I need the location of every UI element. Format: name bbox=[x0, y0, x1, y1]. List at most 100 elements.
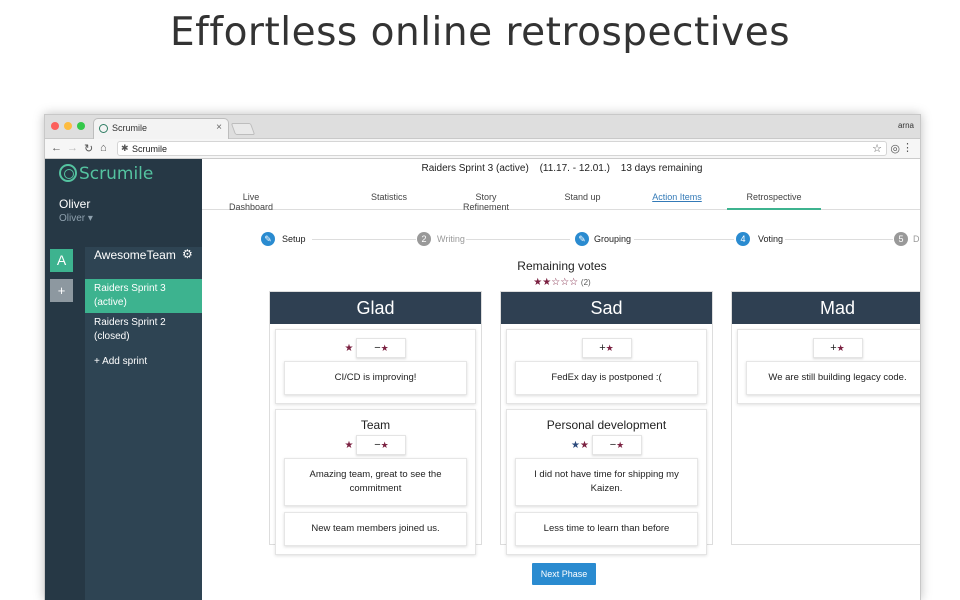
column-glad: Glad ★ −★ CI/CD is improving! Team ★ −★ Am… bbox=[269, 291, 482, 555]
column-mad: Mad +★ We are still building legacy code… bbox=[731, 291, 920, 545]
add-sprint-button[interactable]: + Add sprint bbox=[94, 356, 147, 367]
retro-card[interactable]: Amazing team, great to see the commitmen… bbox=[284, 458, 467, 506]
maximize-window-icon[interactable] bbox=[77, 122, 85, 130]
sprint-header: Raiders Sprint 3 (active) (11.17. - 12.0… bbox=[202, 163, 920, 174]
tab-live-dashboard[interactable]: Live Dashboard bbox=[220, 192, 282, 212]
step-voting-number: 4 bbox=[736, 232, 750, 246]
step-label-grouping: Grouping bbox=[594, 234, 632, 244]
star-icon: ★ bbox=[580, 439, 589, 451]
sidebar-item-sprint-3[interactable]: Raiders Sprint 3 (active) bbox=[85, 279, 202, 313]
logo-icon bbox=[59, 164, 77, 182]
add-team-button[interactable]: + bbox=[50, 279, 73, 302]
bookmark-star-icon[interactable]: ☆ bbox=[872, 142, 882, 155]
retro-card[interactable]: We are still building legacy code. bbox=[746, 361, 920, 395]
tab-action-items[interactable]: Action Items bbox=[652, 192, 702, 202]
step-connector bbox=[785, 239, 893, 240]
star-icon: ★ bbox=[571, 439, 580, 451]
step-setup-pencil-icon: ✎ bbox=[261, 232, 275, 246]
main-content: Raiders Sprint 3 (active) (11.17. - 12.0… bbox=[202, 159, 921, 600]
group-title: Team bbox=[360, 418, 391, 432]
sprint-status: (closed) bbox=[94, 331, 130, 342]
next-phase-button[interactable]: Next Phase bbox=[532, 563, 596, 585]
add-vote-button[interactable]: +★ bbox=[581, 338, 632, 358]
close-window-icon[interactable] bbox=[51, 122, 59, 130]
sidebar-item-sprint-2[interactable]: Raiders Sprint 2 (closed) bbox=[94, 316, 166, 344]
column-title: Sad bbox=[501, 292, 712, 324]
tab-title: Scrumile bbox=[112, 123, 148, 133]
retro-card[interactable]: CI/CD is improving! bbox=[284, 361, 467, 395]
new-tab-button[interactable] bbox=[230, 123, 256, 135]
step-label-voting: Voting bbox=[758, 234, 784, 244]
sprint-name: Raiders Sprint 2 bbox=[94, 317, 166, 328]
gear-icon[interactable]: ⚙ bbox=[182, 247, 193, 261]
column-title: Mad bbox=[732, 292, 920, 324]
card-group: +★ We are still building legacy code. bbox=[737, 329, 920, 404]
sidebar-header: Scrumile Oliver Oliver ▾ bbox=[45, 159, 202, 247]
extension-icon[interactable]: ◎ bbox=[890, 142, 900, 155]
remove-vote-button[interactable]: −★ bbox=[356, 435, 407, 455]
team-name: AwesomeTeam bbox=[94, 248, 176, 262]
app-logo[interactable]: Scrumile bbox=[59, 164, 153, 184]
step-label-discussion: Discussion bbox=[913, 234, 921, 244]
retro-card[interactable]: I did not have time for shipping my Kaiz… bbox=[515, 458, 698, 506]
favicon-icon bbox=[99, 124, 108, 133]
forward-icon[interactable]: → bbox=[67, 142, 78, 154]
reload-icon[interactable]: ↻ bbox=[84, 142, 93, 155]
browser-tab[interactable]: Scrumile × bbox=[93, 118, 229, 139]
step-writing-number: 2 bbox=[417, 232, 431, 246]
star-icon: ★ bbox=[380, 343, 389, 353]
group-title: Personal development bbox=[546, 418, 667, 432]
card-group: Personal development ★★ −★ I did not have… bbox=[506, 409, 707, 555]
column-sad: Sad +★ FedEx day is postponed :( Persona… bbox=[500, 291, 713, 555]
browser-tab-bar: Scrumile × arna bbox=[45, 115, 920, 139]
remove-vote-button[interactable]: −★ bbox=[591, 435, 642, 455]
star-icon: ★ bbox=[616, 440, 625, 450]
tab-retrospective[interactable]: Retrospective bbox=[727, 192, 821, 210]
vote-row: +★ bbox=[507, 338, 706, 358]
address-bar-row: ← → ↻ ⌂ ✱ Scrumile ☆ ◎ ⋮ bbox=[45, 139, 920, 159]
tab-story-refinement[interactable]: Story Refinement bbox=[452, 192, 520, 212]
vote-star-icon: ★ bbox=[344, 342, 354, 354]
step-discussion-number: 5 bbox=[894, 232, 908, 246]
team-avatar-button[interactable]: A bbox=[50, 249, 73, 272]
home-icon[interactable]: ⌂ bbox=[100, 142, 107, 154]
logo-text: Scrumile bbox=[79, 164, 154, 184]
tab-statistics[interactable]: Statistics bbox=[360, 192, 418, 202]
retro-card[interactable]: FedEx day is postponed :( bbox=[515, 361, 698, 395]
sprint-status: (active) bbox=[94, 297, 127, 308]
tab-stand-up[interactable]: Stand up bbox=[560, 192, 605, 202]
vote-row: ★ −★ bbox=[276, 435, 475, 455]
step-connector bbox=[312, 239, 416, 240]
vote-row: ★ −★ bbox=[276, 338, 475, 358]
star-icon: ★ bbox=[605, 343, 614, 353]
retro-card[interactable]: Less time to learn than before bbox=[515, 512, 698, 546]
step-label-writing: Writing bbox=[437, 234, 465, 244]
nav-tabs: Live Dashboard Statistics Story Refineme… bbox=[202, 185, 920, 212]
close-tab-icon[interactable]: × bbox=[216, 122, 222, 133]
card-group: +★ FedEx day is postponed :( bbox=[506, 329, 707, 404]
vote-row: +★ bbox=[738, 338, 920, 358]
url-text: Scrumile bbox=[132, 144, 168, 154]
user-name: Oliver bbox=[59, 197, 91, 211]
remaining-votes-count: (2) bbox=[580, 278, 591, 287]
remaining-votes-stars: ★★☆☆☆ (2) bbox=[202, 277, 920, 288]
remaining-votes-title: Remaining votes bbox=[517, 259, 607, 273]
step-connector bbox=[634, 239, 734, 240]
retro-card[interactable]: New team members joined us. bbox=[284, 512, 467, 546]
sprint-name: Raiders Sprint 3 bbox=[94, 283, 166, 294]
remove-vote-button[interactable]: −★ bbox=[356, 338, 407, 358]
add-vote-button[interactable]: +★ bbox=[812, 338, 863, 358]
star-icon: ★ bbox=[836, 343, 845, 353]
sprint-dates: (11.17. - 12.01.) bbox=[539, 163, 610, 174]
back-icon[interactable]: ← bbox=[51, 142, 62, 154]
user-menu-toggle[interactable]: Oliver ▾ bbox=[59, 213, 93, 224]
url-field[interactable]: ✱ Scrumile ☆ bbox=[117, 141, 887, 156]
column-title: Glad bbox=[270, 292, 481, 324]
card-group: ★ −★ CI/CD is improving! bbox=[275, 329, 476, 404]
step-grouping-pencil-icon: ✎ bbox=[575, 232, 589, 246]
vote-star-icons: ★★☆☆☆ bbox=[533, 277, 579, 288]
profile-name[interactable]: arna bbox=[898, 121, 914, 130]
vote-row: ★★ −★ bbox=[507, 435, 706, 455]
browser-menu-icon[interactable]: ⋮ bbox=[902, 141, 913, 154]
minimize-window-icon[interactable] bbox=[64, 122, 72, 130]
